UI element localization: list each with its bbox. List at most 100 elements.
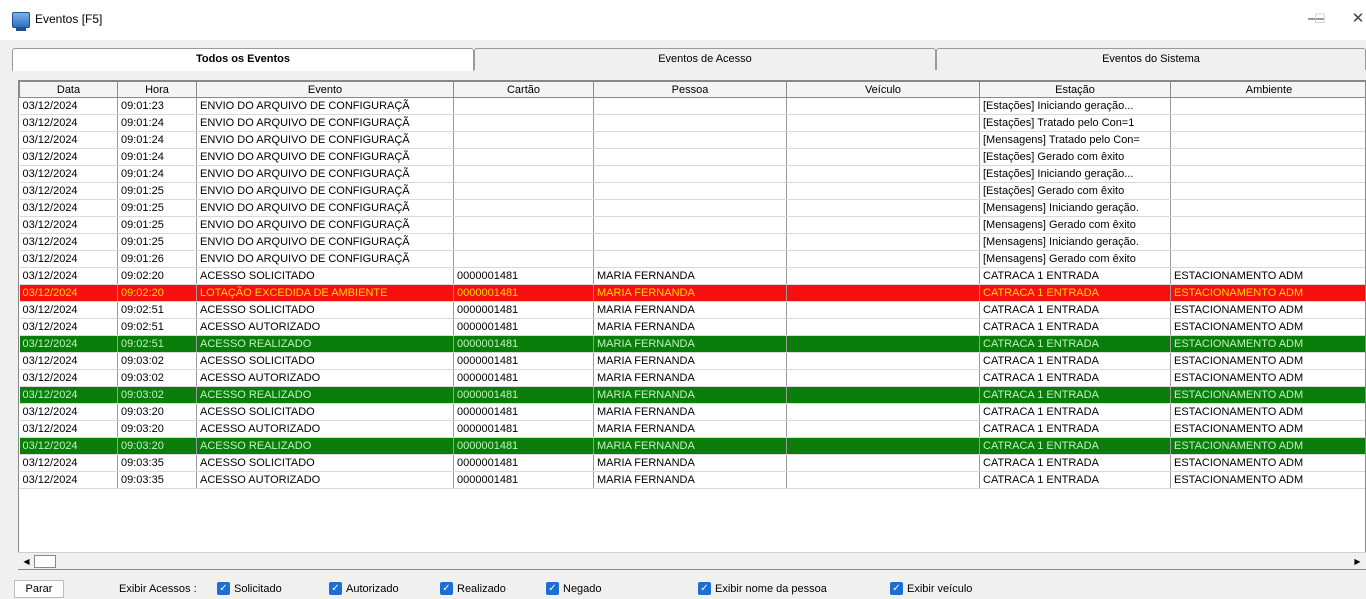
column-header[interactable]: Ambiente	[1170, 81, 1365, 98]
table-row[interactable]: 03/12/2024 09:02:51 ACESSO REALIZADO 000000…	[19, 335, 1365, 353]
table-cell: 03/12/2024	[19, 199, 118, 217]
tab-todos-os-eventos[interactable]: Todos os Eventos	[12, 48, 474, 71]
check-icon[interactable]: ✓	[329, 582, 342, 595]
column-header[interactable]: Cartão	[453, 81, 594, 98]
table-cell: 09:03:02	[117, 369, 197, 387]
table-cell: 09:01:25	[117, 233, 197, 251]
table-cell: 09:03:20	[117, 437, 197, 455]
table-row[interactable]: 03/12/2024 09:02:20 ACESSO SOLICITADO 00000…	[19, 267, 1365, 285]
tab-eventos-de-acesso[interactable]: Eventos de Acesso	[474, 48, 936, 70]
table-cell	[1170, 165, 1365, 183]
events-table: Data Hora Evento Cartão Pessoa Veículo Estação…	[19, 81, 1365, 489]
check-icon[interactable]: ✓	[890, 582, 903, 595]
close-button[interactable]: ✕	[1338, 8, 1366, 32]
scroll-right-icon[interactable]: ▶	[1351, 555, 1364, 568]
check-icon[interactable]: ✓	[217, 582, 230, 595]
scroll-left-icon[interactable]: ◀	[20, 555, 33, 568]
table-row[interactable]: 03/12/2024 09:03:02 ACESSO AUTORIZADO 00000…	[19, 369, 1365, 387]
column-header[interactable]: Data	[19, 81, 118, 98]
table-row[interactable]: 03/12/2024 09:01:25 ENVIO DO ARQUIVO DE CO…	[19, 199, 1365, 217]
table-cell: 03/12/2024	[19, 148, 118, 166]
check-icon[interactable]: ✓	[546, 582, 559, 595]
table-cell: 03/12/2024	[19, 454, 118, 472]
table-cell	[786, 471, 980, 489]
table-cell	[786, 386, 980, 404]
table-row[interactable]: 03/12/2024 09:01:24 ENVIO DO ARQUIVO DE CO…	[19, 148, 1365, 166]
table-row[interactable]: 03/12/2024 09:01:24 ENVIO DO ARQUIVO DE CO…	[19, 131, 1365, 149]
table-row[interactable]: 03/12/2024 09:01:24 ENVIO DO ARQUIVO DE CO…	[19, 114, 1365, 132]
app-monitor-icon	[12, 12, 30, 31]
table-row[interactable]: 03/12/2024 09:03:20 ACESSO AUTORIZADO 00000…	[19, 420, 1365, 438]
table-cell: [Mensagens] Iniciando geração.	[979, 199, 1171, 217]
table-row[interactable]: 03/12/2024 09:03:35 ACESSO SOLICITADO 00000…	[19, 454, 1365, 472]
table-cell: MARIA FERNANDA	[593, 352, 787, 370]
table-cell: 03/12/2024	[19, 471, 118, 489]
table-row[interactable]: 03/12/2024 09:02:51 ACESSO SOLICITADO 00000…	[19, 301, 1365, 319]
check-icon[interactable]: ✓	[440, 582, 453, 595]
table-row[interactable]: 03/12/2024 09:01:25 ENVIO DO ARQUIVO DE CO…	[19, 182, 1365, 200]
table-cell: MARIA FERNANDA	[593, 420, 787, 438]
table-cell	[1170, 250, 1365, 268]
table-cell: 03/12/2024	[19, 369, 118, 387]
table-cell	[1170, 182, 1365, 200]
table-cell: 09:03:35	[117, 454, 197, 472]
table-cell: 03/12/2024	[19, 97, 118, 115]
table-cell: ESTACIONAMENTO ADM	[1170, 369, 1365, 387]
table-cell: CATRACA 1 ENTRADA	[979, 301, 1171, 319]
column-header[interactable]: Estação	[979, 81, 1171, 98]
table-cell: CATRACA 1 ENTRADA	[979, 454, 1171, 472]
table-row[interactable]: 03/12/2024 09:03:35 ACESSO AUTORIZADO 00000…	[19, 471, 1365, 489]
horizontal-scrollbar[interactable]: ◀ ▶	[18, 552, 1366, 569]
table-row[interactable]: 03/12/2024 09:03:02 ACESSO REALIZADO 000000…	[19, 386, 1365, 404]
table-cell: MARIA FERNANDA	[593, 267, 787, 285]
bottom-toolbar: Parar Exibir Acessos : ✓ Solicitado ✓ Au…	[0, 578, 1366, 599]
column-header[interactable]: Pessoa	[593, 81, 787, 98]
table-cell: 03/12/2024	[19, 301, 118, 319]
checkbox-label: Exibir veículo	[907, 583, 973, 595]
table-cell: 09:03:20	[117, 420, 197, 438]
table-cell: 09:03:35	[117, 471, 197, 489]
table-cell: 09:02:51	[117, 318, 197, 336]
table-cell: MARIA FERNANDA	[593, 386, 787, 404]
table-cell: CATRACA 1 ENTRADA	[979, 420, 1171, 438]
column-header[interactable]: Evento	[196, 81, 454, 98]
column-header[interactable]: Veículo	[786, 81, 980, 98]
table-cell: 0000001481	[453, 318, 594, 336]
table-cell: 03/12/2024	[19, 284, 118, 302]
stop-button[interactable]: Parar	[14, 580, 64, 598]
table-cell: ESTACIONAMENTO ADM	[1170, 318, 1365, 336]
table-cell: MARIA FERNANDA	[593, 301, 787, 319]
table-cell	[1170, 131, 1365, 149]
table-cell: 03/12/2024	[19, 420, 118, 438]
column-header[interactable]: Hora	[117, 81, 197, 98]
events-grid[interactable]: Data Hora Evento Cartão Pessoa Veículo Estação…	[18, 80, 1366, 570]
checkbox-label: Realizado	[457, 583, 506, 595]
tab-eventos-do-sistema[interactable]: Eventos do Sistema	[936, 48, 1366, 70]
table-row[interactable]: 03/12/2024 09:03:20 ACESSO REALIZADO 000000…	[19, 437, 1365, 455]
table-cell	[786, 301, 980, 319]
table-cell	[453, 250, 594, 268]
table-cell: [Mensagens] Iniciando geração.	[979, 233, 1171, 251]
table-row[interactable]: 03/12/2024 09:01:23 ENVIO DO ARQUIVO DE CO…	[19, 97, 1365, 115]
table-row[interactable]: 03/12/2024 09:02:20 LOTAÇÃO EXCEDIDA DE AM…	[19, 284, 1365, 302]
table-row[interactable]: 03/12/2024 09:01:25 ENVIO DO ARQUIVO DE CO…	[19, 233, 1365, 251]
check-icon[interactable]: ✓	[698, 582, 711, 595]
scrollbar-thumb[interactable]	[34, 555, 56, 568]
checkbox-label: Solicitado	[234, 583, 282, 595]
table-cell: MARIA FERNANDA	[593, 403, 787, 421]
table-row[interactable]: 03/12/2024 09:03:20 ACESSO SOLICITADO 00000…	[19, 403, 1365, 421]
table-cell: MARIA FERNANDA	[593, 335, 787, 353]
table-cell	[593, 131, 787, 149]
table-row[interactable]: 03/12/2024 09:01:25 ENVIO DO ARQUIVO DE CO…	[19, 216, 1365, 234]
table-row[interactable]: 03/12/2024 09:02:51 ACESSO AUTORIZADO 00000…	[19, 318, 1365, 336]
table-row[interactable]: 03/12/2024 09:01:24 ENVIO DO ARQUIVO DE CO…	[19, 165, 1365, 183]
table-cell: ESTACIONAMENTO ADM	[1170, 403, 1365, 421]
table-cell: 09:02:20	[117, 267, 197, 285]
table-cell: 03/12/2024	[19, 267, 118, 285]
table-row[interactable]: 03/12/2024 09:01:26 ENVIO DO ARQUIVO DE CO…	[19, 250, 1365, 268]
maximize-button[interactable]: ☐	[1300, 8, 1340, 32]
table-cell	[786, 148, 980, 166]
table-row[interactable]: 03/12/2024 09:03:02 ACESSO SOLICITADO 00000…	[19, 352, 1365, 370]
table-cell: 03/12/2024	[19, 131, 118, 149]
table-header: Data Hora Evento Cartão Pessoa Veículo Estação…	[19, 81, 1365, 98]
